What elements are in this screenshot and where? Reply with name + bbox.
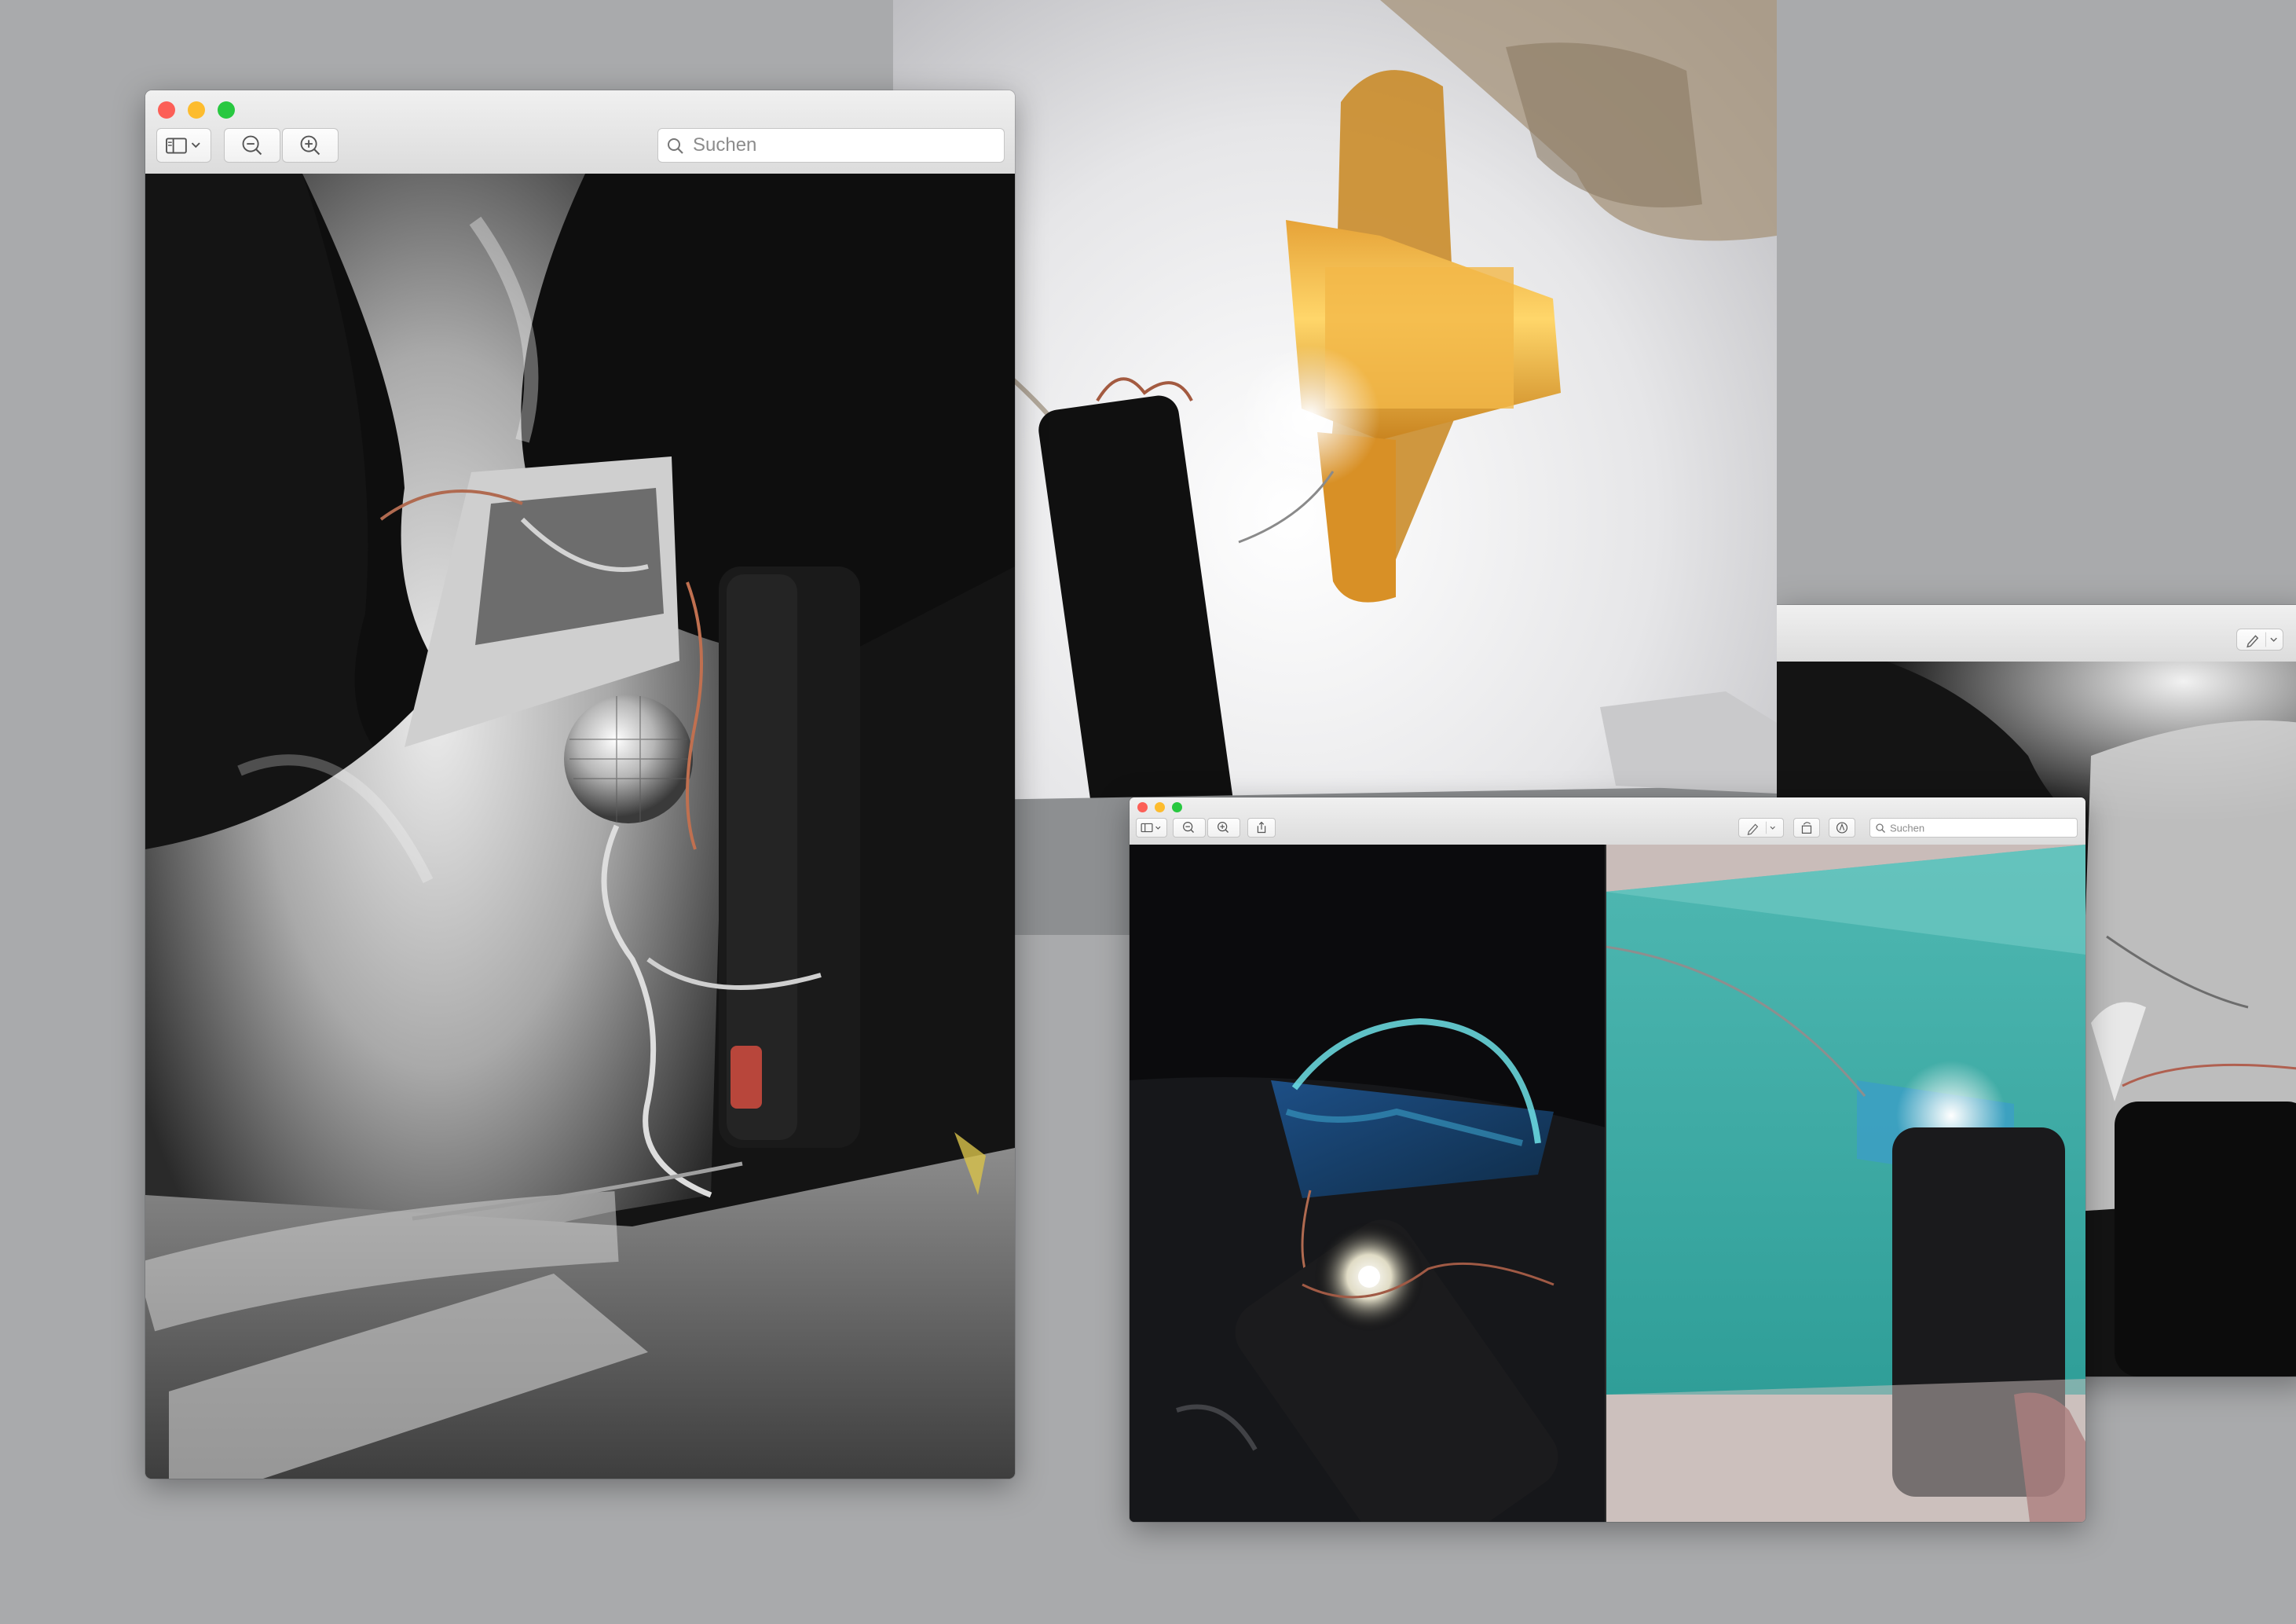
markup-button[interactable] xyxy=(1738,818,1784,838)
chevron-down-icon xyxy=(2270,637,2277,642)
minimize-button[interactable] xyxy=(188,101,205,119)
image-canvas xyxy=(145,174,1015,1479)
rotate-button[interactable] xyxy=(1793,818,1820,838)
search-placeholder: Suchen xyxy=(693,134,757,156)
minimize-button[interactable] xyxy=(1155,802,1165,812)
search-icon xyxy=(668,138,683,154)
search-field[interactable]: Suchen xyxy=(1869,818,2078,838)
sidebar-icon xyxy=(166,137,187,154)
rotate-icon xyxy=(1801,822,1812,834)
zoom-in-button[interactable] xyxy=(1207,818,1240,838)
preview-window-main: Suchen xyxy=(145,90,1015,1479)
titlebar xyxy=(1777,605,2296,662)
close-button[interactable] xyxy=(158,101,175,119)
zoom-out-icon xyxy=(1183,822,1195,833)
zoom-button[interactable] xyxy=(1172,802,1182,812)
titlebar: Suchen xyxy=(1130,797,2085,845)
zoom-out-button[interactable] xyxy=(1173,818,1206,838)
sidebar-toggle-button[interactable] xyxy=(156,128,211,163)
search-icon xyxy=(1876,823,1885,833)
photo-cyan-arc-phone xyxy=(1130,845,1606,1522)
search-field[interactable]: Suchen xyxy=(657,128,1005,163)
chevron-down-icon xyxy=(1155,826,1161,830)
share-button[interactable] xyxy=(1247,818,1276,838)
page-divider xyxy=(1605,845,1606,1522)
preview-window-small: Suchen xyxy=(1130,797,2085,1522)
markup-toolbar-button[interactable] xyxy=(1829,818,1855,838)
markup-circle-icon xyxy=(1836,822,1848,834)
markup-button[interactable] xyxy=(2236,629,2283,651)
search-placeholder: Suchen xyxy=(1890,822,1925,834)
sidebar-toggle-button[interactable] xyxy=(1136,818,1167,838)
zoom-in-icon xyxy=(1218,822,1229,833)
share-icon xyxy=(1257,821,1266,834)
pen-icon xyxy=(1747,823,1759,836)
image-canvas xyxy=(1130,845,2085,1522)
zoom-out-icon xyxy=(242,135,262,156)
photo-amber-reflector xyxy=(893,0,1777,935)
zoom-in-icon xyxy=(300,135,320,156)
zoom-button[interactable] xyxy=(218,101,235,119)
chevron-down-icon xyxy=(1770,826,1775,830)
zoom-out-button[interactable] xyxy=(224,128,280,163)
photo-cyan-paper-phone xyxy=(1606,845,2085,1522)
photo-disco-ball-phone xyxy=(145,174,1015,1479)
chevron-down-icon xyxy=(191,142,200,148)
sidebar-icon xyxy=(1141,823,1153,833)
pen-icon xyxy=(2247,635,2259,648)
zoom-in-button[interactable] xyxy=(282,128,339,163)
close-button[interactable] xyxy=(1137,802,1148,812)
titlebar: Suchen xyxy=(145,90,1015,174)
